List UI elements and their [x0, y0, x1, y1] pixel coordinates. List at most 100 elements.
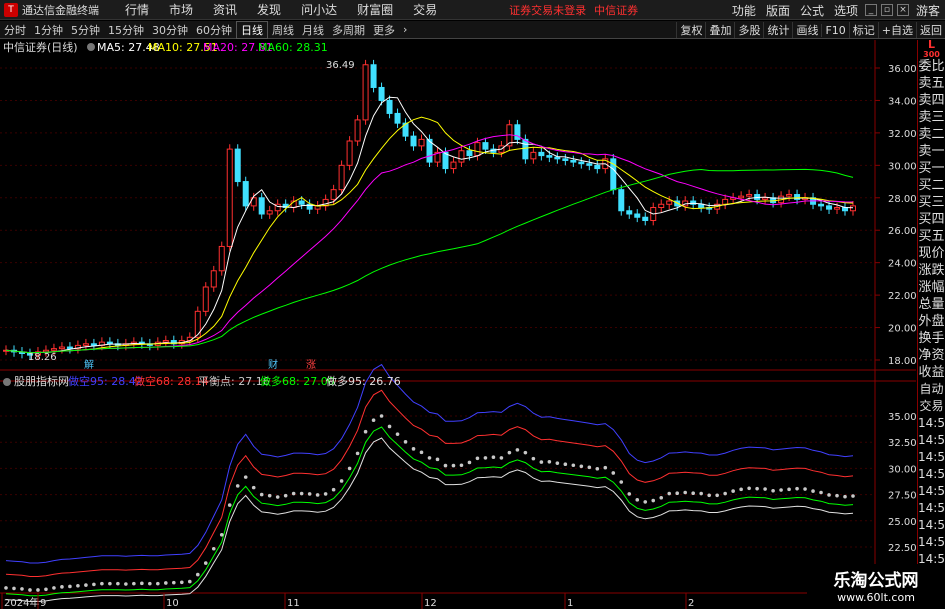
candle-body[interactable]	[634, 213, 641, 218]
finance-marker[interactable]: 财	[268, 358, 278, 371]
candle-body[interactable]	[210, 270, 217, 288]
candle-body[interactable]	[482, 142, 489, 150]
candle-body[interactable]	[554, 156, 561, 160]
candle-body[interactable]	[562, 158, 569, 161]
candle-body[interactable]	[722, 198, 729, 205]
candle-body[interactable]	[618, 189, 625, 212]
menu-item-news[interactable]: 资讯	[203, 1, 247, 18]
candle-body[interactable]	[666, 200, 673, 205]
candle-body[interactable]	[826, 205, 833, 210]
candle-body[interactable]	[834, 207, 841, 210]
candle-body[interactable]	[538, 151, 545, 157]
minimize-icon[interactable]: _	[864, 4, 877, 16]
candle-body[interactable]	[362, 64, 369, 121]
period-monthly[interactable]: 月线	[298, 22, 328, 38]
period-1min[interactable]: 1分钟	[30, 22, 67, 38]
candle-body[interactable]	[818, 203, 825, 207]
candle-body[interactable]	[82, 343, 89, 346]
candle-body[interactable]	[266, 210, 273, 215]
candle-body[interactable]	[354, 119, 361, 142]
candle-body[interactable]	[234, 148, 241, 183]
user-name[interactable]: 游客	[911, 2, 945, 19]
candle-body[interactable]	[58, 346, 65, 350]
candle-body[interactable]	[202, 286, 209, 312]
btn-adjust[interactable]: 复权	[676, 22, 705, 38]
unlock-marker[interactable]: 解	[84, 358, 94, 371]
candle-body[interactable]	[578, 161, 585, 165]
period-30min[interactable]: 30分钟	[148, 22, 192, 38]
candle-body[interactable]	[762, 197, 769, 200]
candle-body[interactable]	[626, 210, 633, 215]
candle-body[interactable]	[370, 64, 377, 88]
period-15min[interactable]: 15分钟	[104, 22, 148, 38]
btn-draw[interactable]: 画线	[792, 22, 821, 38]
candle-body[interactable]	[850, 205, 856, 212]
kline-chart-svg[interactable]: 36.00 34.00 32.00 30.00 28.00 26.00 24.00 22.00…	[0, 40, 916, 609]
candle-body[interactable]	[410, 135, 417, 147]
menu-layout[interactable]: 版面	[761, 2, 795, 19]
candle-body[interactable]	[546, 155, 553, 158]
candle-body[interactable]	[570, 159, 577, 163]
candle-body[interactable]	[466, 150, 473, 157]
candle-body[interactable]	[794, 194, 801, 200]
candle-body[interactable]	[226, 148, 233, 247]
chevron-right-icon[interactable]: ›	[399, 23, 411, 36]
btn-back[interactable]: 返回	[916, 22, 945, 38]
candle-body[interactable]	[330, 189, 337, 200]
btn-multi-stock[interactable]: 多股	[734, 22, 763, 38]
candle-body[interactable]	[738, 195, 745, 199]
menu-item-market[interactable]: 市场	[159, 1, 203, 18]
candle-body[interactable]	[458, 150, 465, 163]
candle-body[interactable]	[450, 161, 457, 170]
btn-add-watchlist[interactable]: +自选	[877, 22, 916, 38]
restore-icon[interactable]: ▫	[880, 4, 893, 16]
candle-body[interactable]	[66, 346, 73, 350]
menu-options[interactable]: 选项	[829, 2, 863, 19]
menu-item-wealth[interactable]: 财富圈	[347, 1, 403, 18]
menu-item-trade[interactable]: 交易	[403, 1, 447, 18]
candle-body[interactable]	[50, 348, 57, 351]
candle-body[interactable]	[474, 142, 481, 157]
candle-body[interactable]	[242, 181, 249, 207]
candle-body[interactable]	[394, 112, 401, 124]
candle-body[interactable]	[90, 343, 97, 346]
close-icon[interactable]: ×	[896, 4, 909, 16]
period-tick[interactable]: 分时	[0, 22, 30, 38]
menu-item-ask[interactable]: 问小达	[291, 1, 347, 18]
candle-body[interactable]	[418, 138, 425, 147]
candle-body[interactable]	[658, 203, 665, 209]
sub-indicator-toggle-icon[interactable]	[3, 378, 11, 386]
candle-body[interactable]	[106, 341, 113, 345]
candle-body[interactable]	[746, 194, 753, 197]
btn-stats[interactable]: 统计	[763, 22, 792, 38]
candle-body[interactable]	[194, 310, 201, 338]
menu-function[interactable]: 功能	[727, 2, 761, 19]
candle-body[interactable]	[298, 200, 305, 205]
period-60min[interactable]: 60分钟	[192, 22, 236, 38]
candle-body[interactable]	[586, 163, 593, 166]
candle-body[interactable]	[338, 164, 345, 191]
menu-formula[interactable]: 公式	[795, 2, 829, 19]
candle-body[interactable]	[594, 164, 601, 170]
candle-body[interactable]	[346, 140, 353, 166]
login-warning[interactable]: 证券交易未登录	[509, 2, 586, 18]
period-more[interactable]: 更多	[369, 22, 399, 38]
candle-body[interactable]	[378, 86, 385, 101]
btn-f10[interactable]: F10	[821, 23, 848, 37]
menu-item-quotes[interactable]: 行情	[115, 1, 159, 18]
candle-body[interactable]	[258, 197, 265, 215]
period-5min[interactable]: 5分钟	[67, 22, 104, 38]
chart-area[interactable]: 36.00 34.00 32.00 30.00 28.00 26.00 24.00 22.00…	[0, 40, 916, 609]
candle-body[interactable]	[786, 194, 793, 197]
period-weekly[interactable]: 周线	[268, 22, 298, 38]
candle-body[interactable]	[522, 138, 529, 160]
indicator-toggle-icon[interactable]	[87, 43, 95, 51]
candle-body[interactable]	[530, 151, 537, 160]
menu-item-discover[interactable]: 发现	[247, 1, 291, 18]
candle-body[interactable]	[162, 340, 169, 343]
broker-name[interactable]: 中信证券	[594, 2, 638, 18]
candle-body[interactable]	[386, 99, 393, 114]
period-multi[interactable]: 多周期	[328, 22, 369, 38]
candle-body[interactable]	[218, 245, 225, 272]
candle-body[interactable]	[642, 216, 649, 221]
